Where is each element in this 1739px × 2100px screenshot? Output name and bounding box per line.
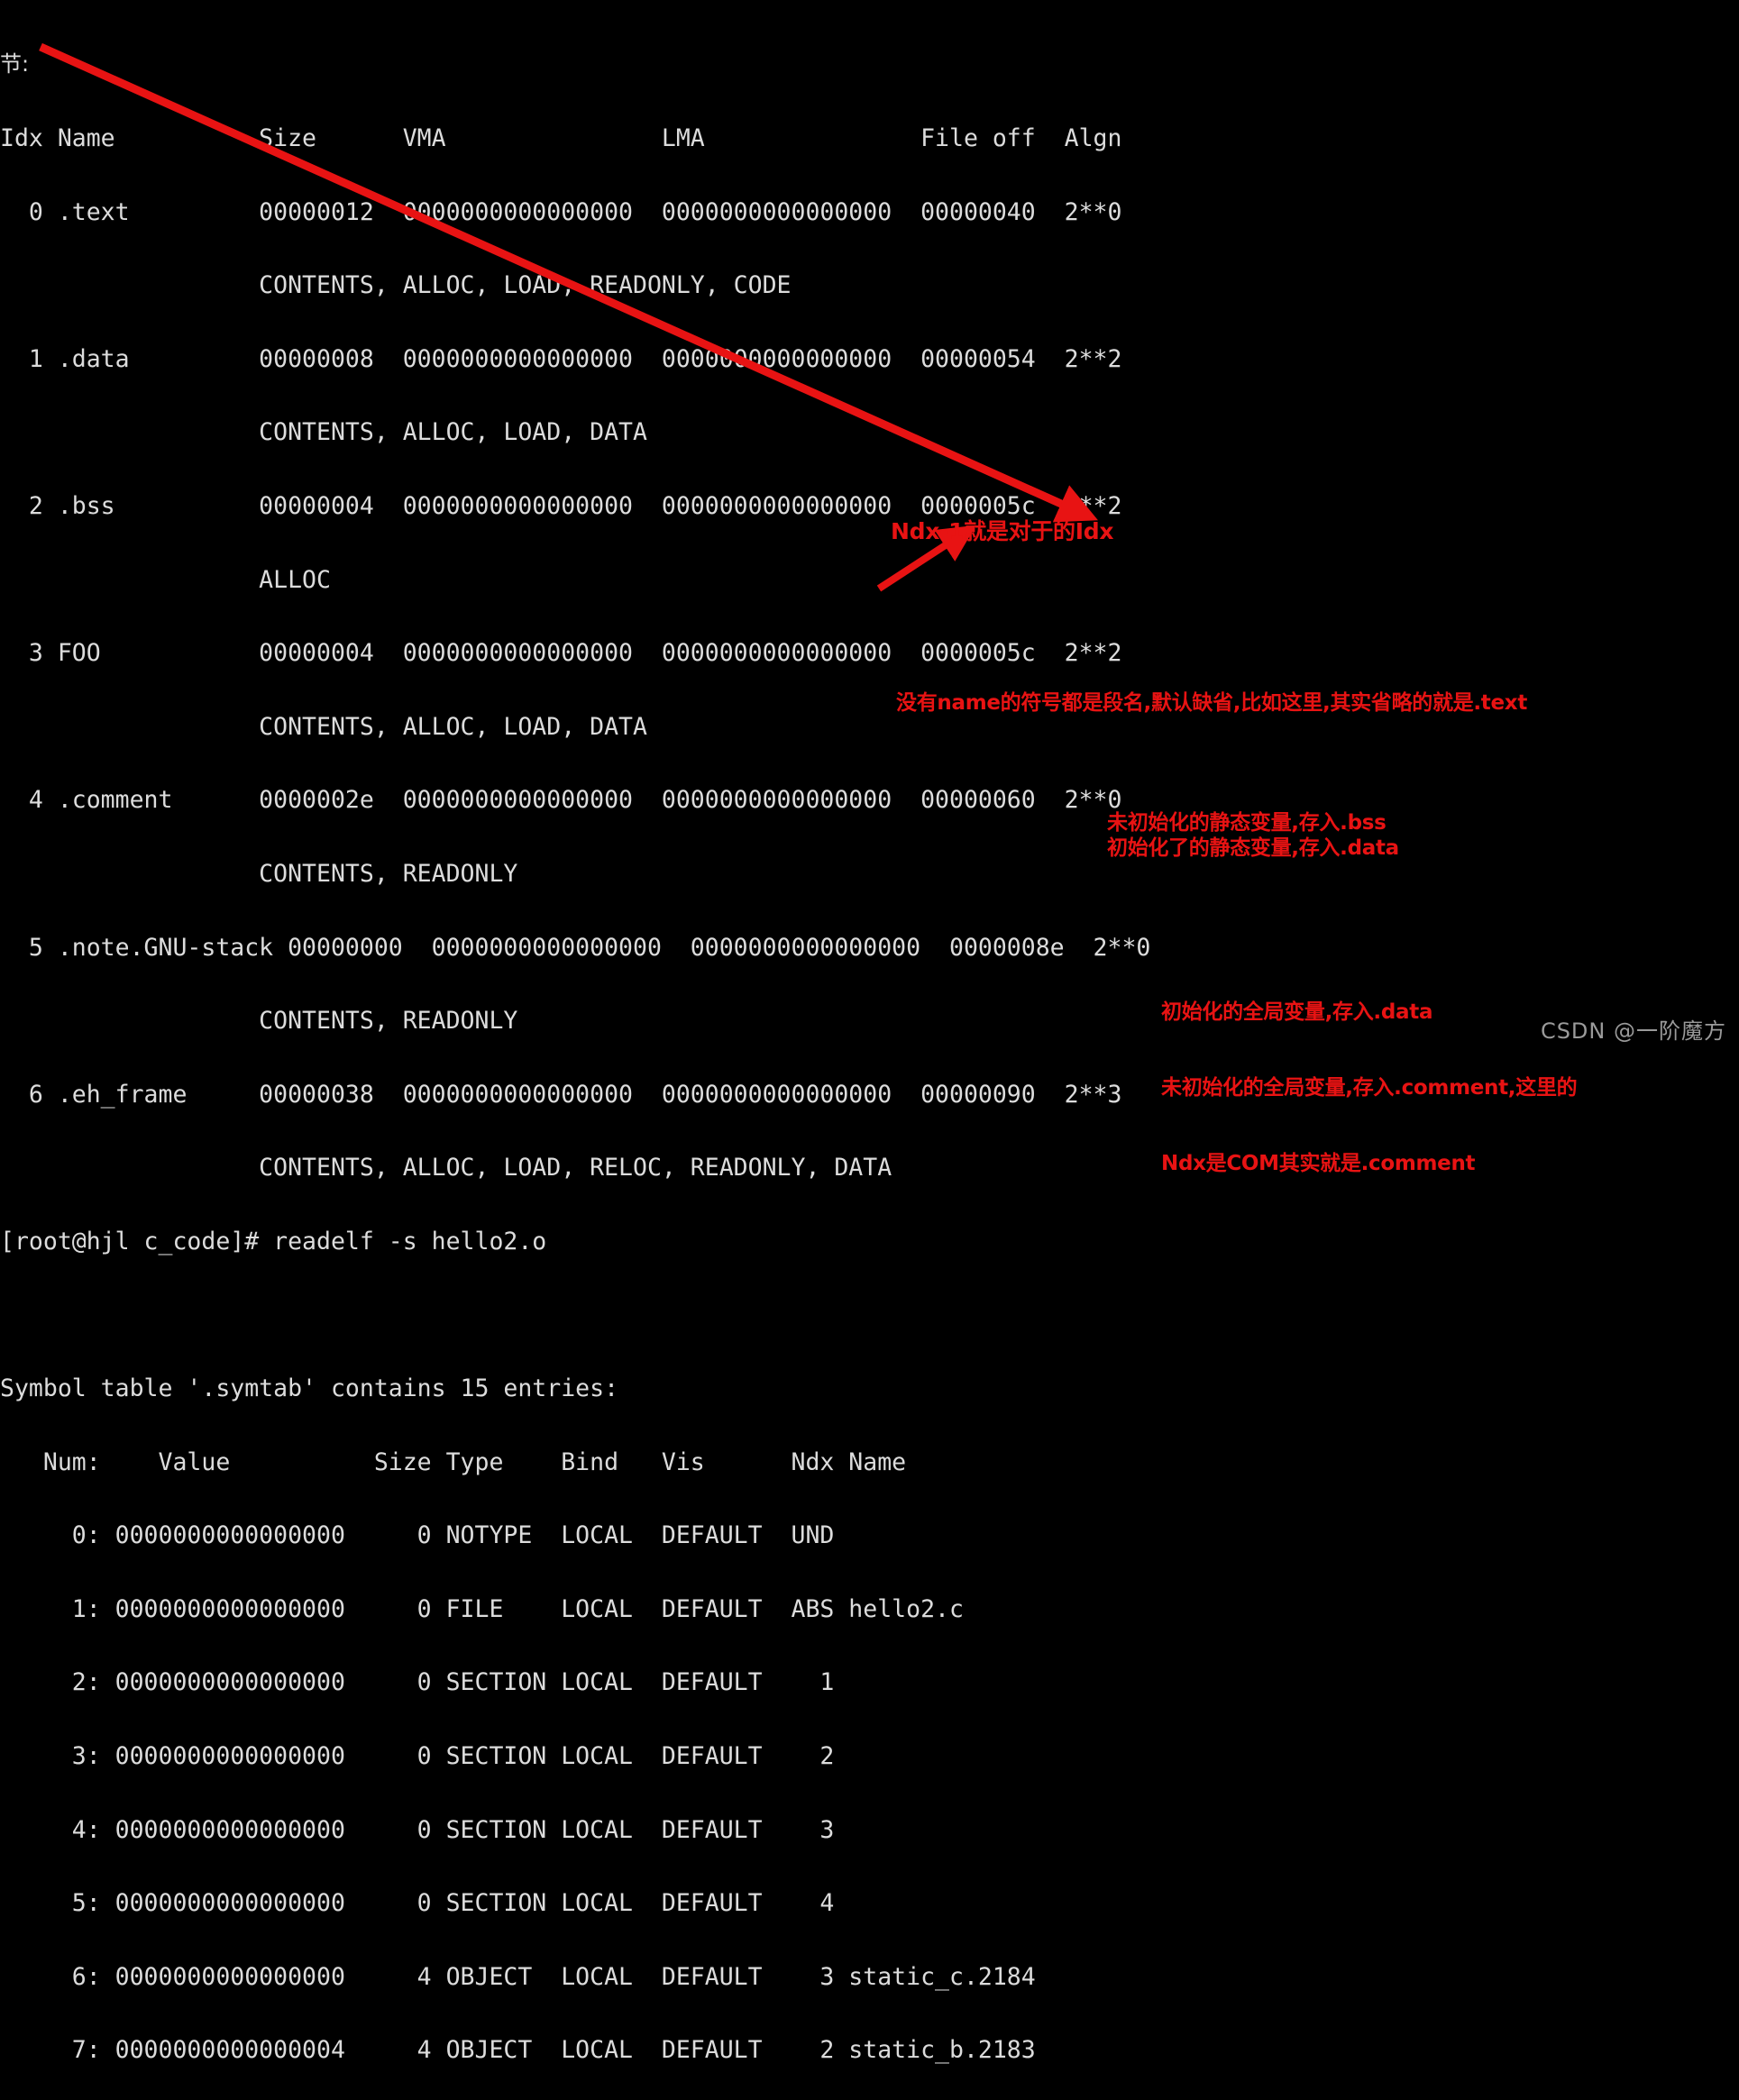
annotation-global-note: 初始化的全局变量,存入.data 未初始化的全局变量,存入.comment,这里… xyxy=(1161,949,1578,1201)
symtab-columns: Num: Value Size Type Bind Vis Ndx Name xyxy=(0,1447,907,1476)
section-flags-row: CONTENTS, READONLY xyxy=(0,859,518,888)
section-header-label: 节: xyxy=(0,51,30,78)
section-flags-row: CONTENTS, ALLOC, LOAD, DATA xyxy=(0,418,647,447)
annotation-static-data-note: 初始化了的静态变量,存入.data xyxy=(1107,836,1399,860)
section-flags-row: CONTENTS, ALLOC, LOAD, READONLY, CODE xyxy=(0,271,792,300)
section-table-columns: Idx Name Size VMA LMA File off Algn xyxy=(0,124,1122,152)
annotation-global-line-2: 未初始化的全局变量,存入.comment,这里的 xyxy=(1161,1076,1578,1100)
section-row: 0 .text 00000012 0000000000000000 000000… xyxy=(0,197,1122,226)
annotation-noname-note: 没有name的符号都是段名,默认缺省,比如这里,其实省略的就是.text xyxy=(896,691,1528,715)
symtab-row: 1: 0000000000000000 0 FILE LOCAL DEFAULT… xyxy=(0,1594,964,1623)
section-row: 4 .comment 0000002e 0000000000000000 000… xyxy=(0,786,1122,815)
terminal-output: 节: Idx Name Size VMA LMA File off Algn 0… xyxy=(0,0,1739,2063)
section-row: 3 FOO 00000004 0000000000000000 00000000… xyxy=(0,639,1122,668)
symtab-row: 4: 0000000000000000 0 SECTION LOCAL DEFA… xyxy=(0,1815,849,1844)
symtab-row: 0: 0000000000000000 0 NOTYPE LOCAL DEFAU… xyxy=(0,1521,849,1550)
symtab-row: 7: 0000000000000004 4 OBJECT LOCAL DEFAU… xyxy=(0,2036,1036,2065)
annotation-global-line-3: Ndx是COM其实就是.comment xyxy=(1161,1152,1476,1175)
symtab-row: 2: 0000000000000000 0 SECTION LOCAL DEFA… xyxy=(0,1668,849,1697)
section-row: 2 .bss 00000004 0000000000000000 0000000… xyxy=(0,491,1122,520)
symtab-row: 6: 0000000000000000 4 OBJECT LOCAL DEFAU… xyxy=(0,1962,1036,1991)
symtab-row: 3: 0000000000000000 0 SECTION LOCAL DEFA… xyxy=(0,1742,849,1771)
symtab-title: Symbol table '.symtab' contains 15 entri… xyxy=(0,1374,619,1403)
symtab-row: 5: 0000000000000000 0 SECTION LOCAL DEFA… xyxy=(0,1889,849,1918)
csdn-watermark: CSDN @一阶魔方 xyxy=(1540,1018,1726,1044)
annotation-global-line-1: 初始化的全局变量,存入.data xyxy=(1161,1000,1433,1024)
section-flags-row: ALLOC xyxy=(0,565,331,594)
section-row: 1 .data 00000008 0000000000000000 000000… xyxy=(0,344,1122,373)
annotation-ndx-note: Ndx-1就是对于的Idx xyxy=(891,518,1114,544)
section-flags-row: CONTENTS, ALLOC, LOAD, DATA xyxy=(0,712,647,741)
shell-prompt-line: [root@hjl c_code]# readelf -s hello2.o xyxy=(0,1227,547,1255)
